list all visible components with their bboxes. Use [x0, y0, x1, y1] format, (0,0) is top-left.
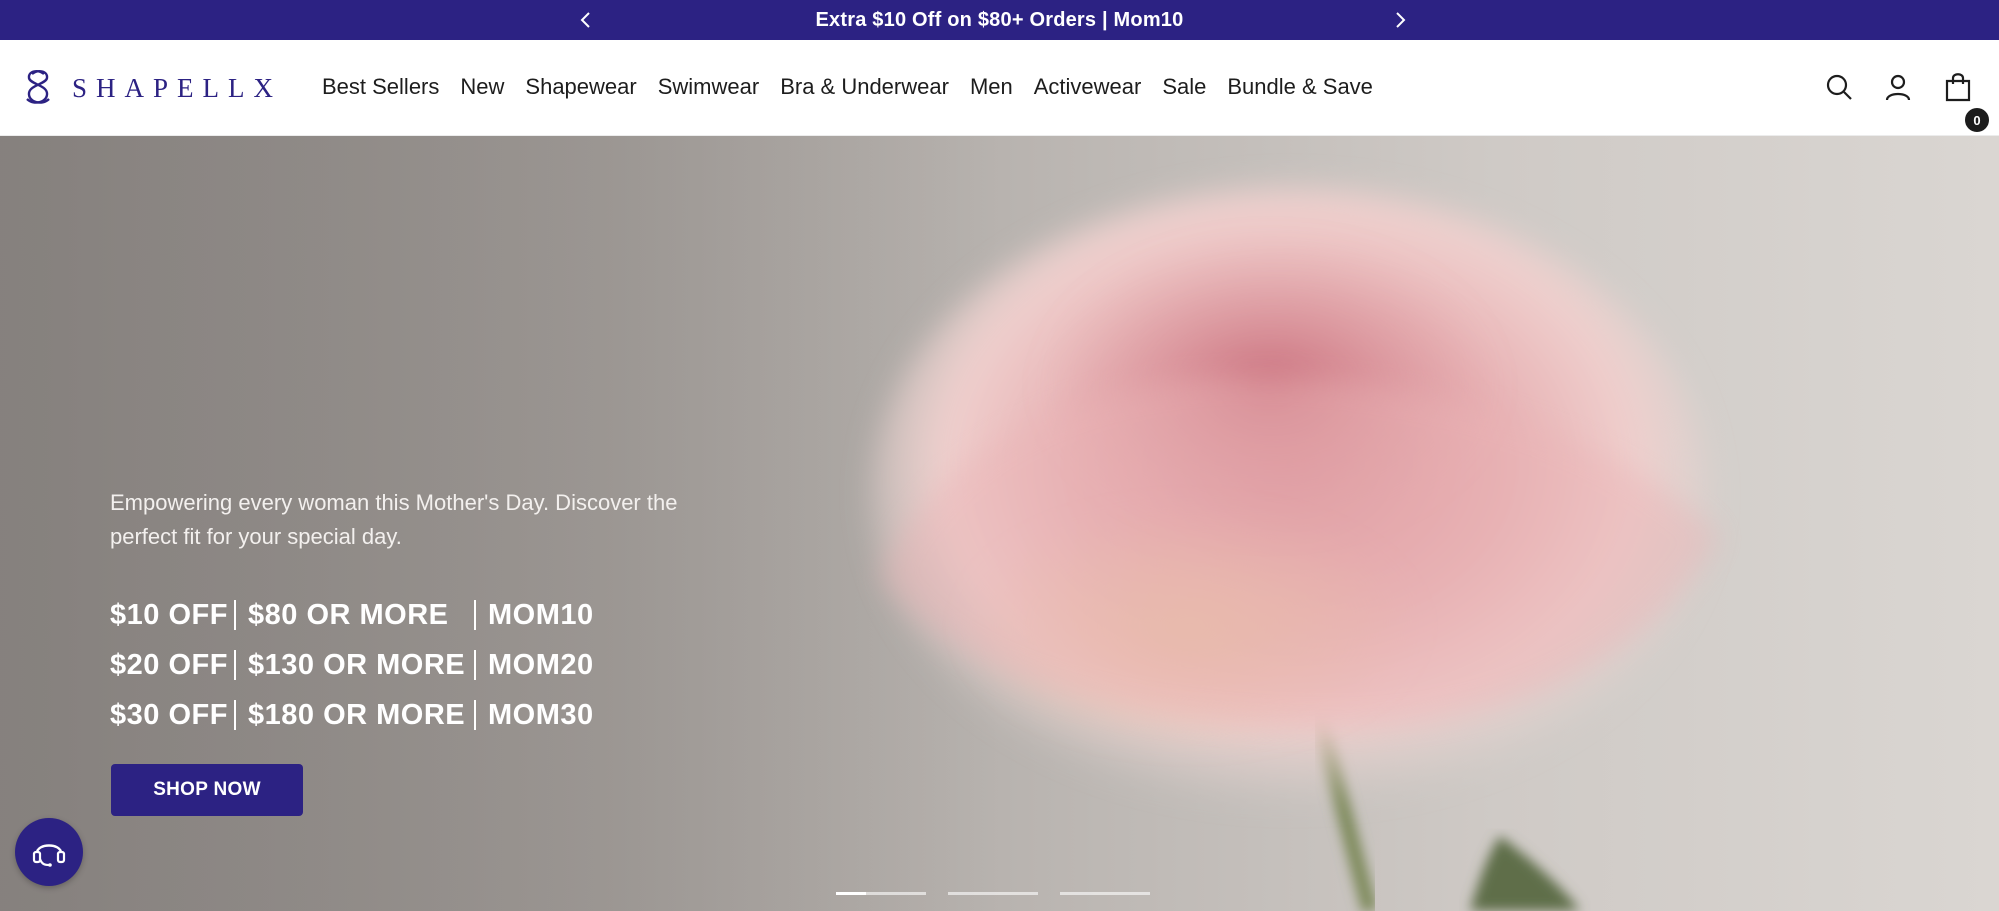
divider [234, 700, 236, 730]
cart-count-badge: 0 [1963, 106, 1991, 134]
chevron-right-icon[interactable] [1386, 6, 1414, 34]
divider [474, 600, 476, 630]
offer-row: $30 OFF $180 OR MORE MOM30 [110, 690, 710, 740]
slide-indicators [836, 892, 1150, 895]
shop-now-button[interactable]: SHOP NOW [111, 764, 303, 816]
nav-swimwear[interactable]: Swimwear [658, 74, 759, 100]
site-header: SHAPELLX Best Sellers New Shapewear Swim… [0, 40, 1999, 136]
chat-support-button[interactable] [15, 818, 83, 886]
announcement-text[interactable]: Extra $10 Off on $80+ Orders | Mom10 [816, 9, 1184, 32]
logo[interactable]: SHAPELLX [20, 68, 282, 108]
offer-threshold: $130 OR MORE [248, 648, 466, 681]
logo-text: SHAPELLX [72, 72, 283, 103]
offer-code: MOM20 [488, 648, 594, 681]
main-nav: Best Sellers New Shapewear Swimwear Bra … [322, 74, 1394, 100]
offer-code: MOM10 [488, 598, 594, 631]
slide-indicator-3[interactable] [1060, 892, 1150, 895]
slide-indicator-1[interactable] [836, 892, 926, 895]
nav-sale[interactable]: Sale [1162, 74, 1206, 100]
nav-bra-underwear[interactable]: Bra & Underwear [780, 74, 949, 100]
announcement-bar: Extra $10 Off on $80+ Orders | Mom10 [0, 0, 1999, 40]
hero-subtitle: Empowering every woman this Mother's Day… [110, 490, 678, 549]
cart-icon[interactable] [1941, 70, 1975, 104]
offer-discount: $20 OFF [110, 648, 228, 681]
divider [234, 650, 236, 680]
hero-banner: Empowering every woman this Mother's Day… [0, 136, 1999, 911]
offer-list: $10 OFF $80 OR MORE MOM10 $20 OFF $130 O… [110, 590, 710, 740]
offer-discount: $30 OFF [110, 698, 228, 731]
nav-activewear[interactable]: Activewear [1034, 74, 1142, 100]
nav-shapewear[interactable]: Shapewear [525, 74, 636, 100]
hero-content: Empowering every woman this Mother's Day… [110, 486, 710, 740]
offer-threshold: $180 OR MORE [248, 698, 466, 731]
offer-row: $20 OFF $130 OR MORE MOM20 [110, 640, 710, 690]
headset-icon [32, 844, 66, 867]
nav-new[interactable]: New [460, 74, 504, 100]
search-icon[interactable] [1822, 70, 1856, 104]
nav-best-sellers[interactable]: Best Sellers [322, 74, 439, 100]
logo-mark-icon [26, 70, 50, 104]
offer-row: $10 OFF $80 OR MORE MOM10 [110, 590, 710, 640]
divider [474, 650, 476, 680]
nav-men[interactable]: Men [970, 74, 1013, 100]
offer-code: MOM30 [488, 698, 594, 731]
divider [474, 700, 476, 730]
account-icon[interactable] [1881, 70, 1915, 104]
chevron-left-icon[interactable] [572, 6, 600, 34]
slide-indicator-2[interactable] [948, 892, 1038, 895]
divider [234, 600, 236, 630]
offer-discount: $10 OFF [110, 598, 228, 631]
offer-threshold: $80 OR MORE [248, 598, 449, 631]
nav-bundle-save[interactable]: Bundle & Save [1227, 74, 1373, 100]
